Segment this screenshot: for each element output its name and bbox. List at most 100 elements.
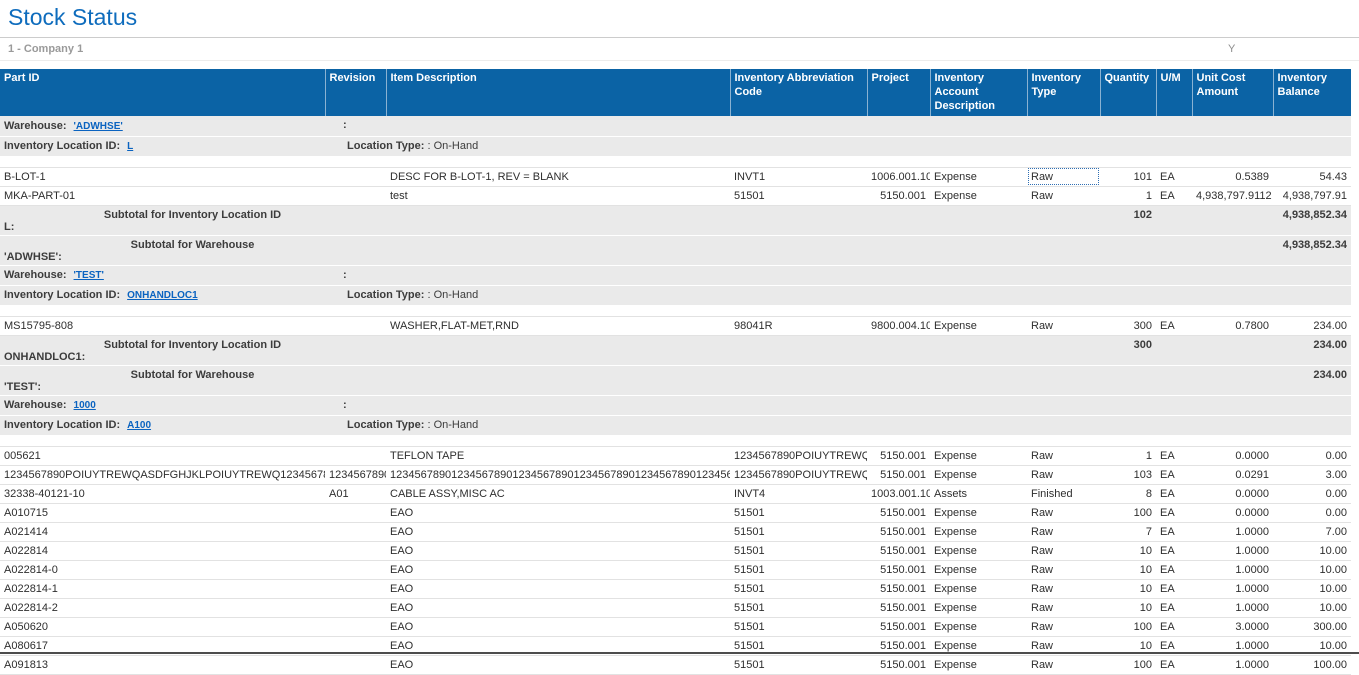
cell-inventory-type: Raw: [1027, 579, 1100, 598]
table-row: A022814-2EAO515015150.001ExpenseRaw10EA1…: [0, 598, 1351, 617]
warehouse-row: Warehouse: 'ADWHSE':: [0, 116, 1351, 136]
cell-quantity: 100: [1100, 503, 1156, 522]
cell-inventory-balance: 0.00: [1273, 484, 1351, 503]
cell-unit-cost-amount: 3.0000: [1192, 617, 1273, 636]
cell-quantity: 300: [1100, 316, 1156, 335]
warehouse-link[interactable]: 'ADWHSE': [74, 121, 123, 132]
cell-project: 1003.001.10: [867, 484, 930, 503]
subtotal-quantity: 300: [1100, 335, 1156, 365]
cell-inventory-type: Raw: [1027, 522, 1100, 541]
cell-unit-cost-amount: 0.0291: [1192, 465, 1273, 484]
cell-part-id: MS15795-808: [0, 316, 325, 335]
location-type-value: : On-Hand: [424, 140, 478, 152]
cell-part-id: 1234567890POIUYTREWQASDFGHJKLPOIUYTREWQ1…: [0, 465, 325, 484]
cell-part-id: A022814: [0, 541, 325, 560]
cell-project: 5150.001: [867, 560, 930, 579]
inventory-location-label: Inventory Location ID:: [4, 419, 120, 431]
cell-unit-cost-amount: 1.0000: [1192, 560, 1273, 579]
subtotal-name: ONHANDLOC1:: [4, 351, 1096, 363]
table-row: A022814EAO515015150.001ExpenseRaw10EA1.0…: [0, 541, 1351, 560]
cell-inventory-type: Raw: [1027, 465, 1100, 484]
cell-item-description: EAO: [386, 503, 730, 522]
cell-inventory-account-description: Expense: [930, 541, 1027, 560]
cell-inventory-balance: 234.00: [1273, 316, 1351, 335]
cell-quantity: 8: [1100, 484, 1156, 503]
table-row: B-LOT-1DESC FOR B-LOT-1, REV = BLANKINVT…: [0, 167, 1351, 186]
cell-project: 5150.001: [867, 186, 930, 205]
inventory-location-label: Inventory Location ID:: [4, 140, 120, 152]
table-row: MKA-PART-01test515015150.001ExpenseRaw1E…: [0, 186, 1351, 205]
cell-revision: [325, 579, 386, 598]
inventory-location-link[interactable]: L: [127, 141, 133, 152]
column-header-quantity: Quantity: [1100, 69, 1156, 116]
cell-inventory-type: Raw: [1027, 560, 1100, 579]
cell-inventory-account-description: Expense: [930, 465, 1027, 484]
cell-inventory-account-description: Expense: [930, 560, 1027, 579]
warehouse-colon: :: [343, 399, 347, 411]
cell-inventory-account-description: Expense: [930, 446, 1027, 465]
cell-inventory-balance: 10.00: [1273, 560, 1351, 579]
subtotal-balance: 4,938,852.34: [1273, 205, 1351, 235]
inventory-location-link[interactable]: A100: [127, 420, 151, 431]
cell-item-description: EAO: [386, 579, 730, 598]
cell-inventory-type: Raw: [1027, 446, 1100, 465]
cell-part-id: 32338-40121-10: [0, 484, 325, 503]
cell-u-m: EA: [1156, 579, 1192, 598]
column-header-unit-cost-amount: Unit Cost Amount: [1192, 69, 1273, 116]
cell-inventory-account-description: Expense: [930, 522, 1027, 541]
subtotal-label: Subtotal for Inventory Location ID: [4, 209, 325, 221]
table-body: Warehouse: 'ADWHSE': Inventory Location ID…: [0, 116, 1351, 674]
location-type-value: : On-Hand: [424, 289, 478, 301]
subtotal-label: Subtotal for Warehouse: [4, 369, 325, 381]
warehouse-link[interactable]: 1000: [74, 400, 96, 411]
cell-item-description: EAO: [386, 560, 730, 579]
inventory-location-link[interactable]: ONHANDLOC1: [127, 290, 198, 301]
cell-part-id: A050620: [0, 617, 325, 636]
cell-inventory-balance: 0.00: [1273, 446, 1351, 465]
cell-quantity: 1: [1100, 186, 1156, 205]
column-header-item-description: Item Description: [386, 69, 730, 116]
cell-item-description: test: [386, 186, 730, 205]
warehouse-colon: :: [343, 119, 347, 131]
cell-inventory-abbreviation-code: INVT1: [730, 167, 867, 186]
subtotal-quantity: [1100, 365, 1156, 395]
warehouse-link[interactable]: 'TEST': [74, 270, 104, 281]
cell-item-description: EAO: [386, 598, 730, 617]
cell-inventory-balance: 4,938,797.91: [1273, 186, 1351, 205]
location-type-label: Location Type:: [347, 289, 424, 301]
cell-part-id: A022814-2: [0, 598, 325, 617]
cell-project: 9800.004.10: [867, 316, 930, 335]
cell-inventory-abbreviation-code: 51501: [730, 522, 867, 541]
warehouse-label: Warehouse:: [4, 120, 67, 132]
column-header-project: Project: [867, 69, 930, 116]
subtotal-balance: 234.00: [1273, 365, 1351, 395]
cell-item-description: TEFLON TAPE: [386, 446, 730, 465]
cell-inventory-abbreviation-code: 1234567890POIUYTREWQ: [730, 446, 867, 465]
cell-revision: [325, 167, 386, 186]
cell-quantity: 103: [1100, 465, 1156, 484]
cell-inventory-account-description: Expense: [930, 167, 1027, 186]
cell-inventory-account-description: Assets: [930, 484, 1027, 503]
cell-inventory-abbreviation-code: 98041R: [730, 316, 867, 335]
cell-inventory-type: Raw: [1027, 655, 1100, 674]
cell-inventory-type: Raw: [1027, 503, 1100, 522]
subtotal-warehouse-row: Subtotal for Warehouse'TEST':234.00: [0, 365, 1351, 395]
cell-unit-cost-amount: 0.7800: [1192, 316, 1273, 335]
cell-unit-cost-amount: 0.0000: [1192, 446, 1273, 465]
cell-unit-cost-amount: 1.0000: [1192, 655, 1273, 674]
cell-u-m: EA: [1156, 465, 1192, 484]
cell-inventory-type: Raw: [1027, 541, 1100, 560]
column-header-inventory-abbreviation-code: Inventory Abbreviation Code: [730, 69, 867, 116]
subtotal-location-row: Subtotal for Inventory Location IDL:1024…: [0, 205, 1351, 235]
subtotal-label: Subtotal for Warehouse: [4, 239, 325, 251]
cell-inventory-type[interactable]: Raw: [1027, 167, 1100, 186]
cell-revision: [325, 617, 386, 636]
parameter-flag: Y: [1228, 43, 1235, 55]
cell-quantity: 100: [1100, 617, 1156, 636]
table-row: A010715EAO515015150.001ExpenseRaw100EA0.…: [0, 503, 1351, 522]
spacer-row: [0, 305, 1351, 316]
cell-inventory-type: Raw: [1027, 186, 1100, 205]
subtotal-location-row: Subtotal for Inventory Location IDONHAND…: [0, 335, 1351, 365]
cell-unit-cost-amount: 0.0000: [1192, 503, 1273, 522]
cell-inventory-balance: 10.00: [1273, 598, 1351, 617]
